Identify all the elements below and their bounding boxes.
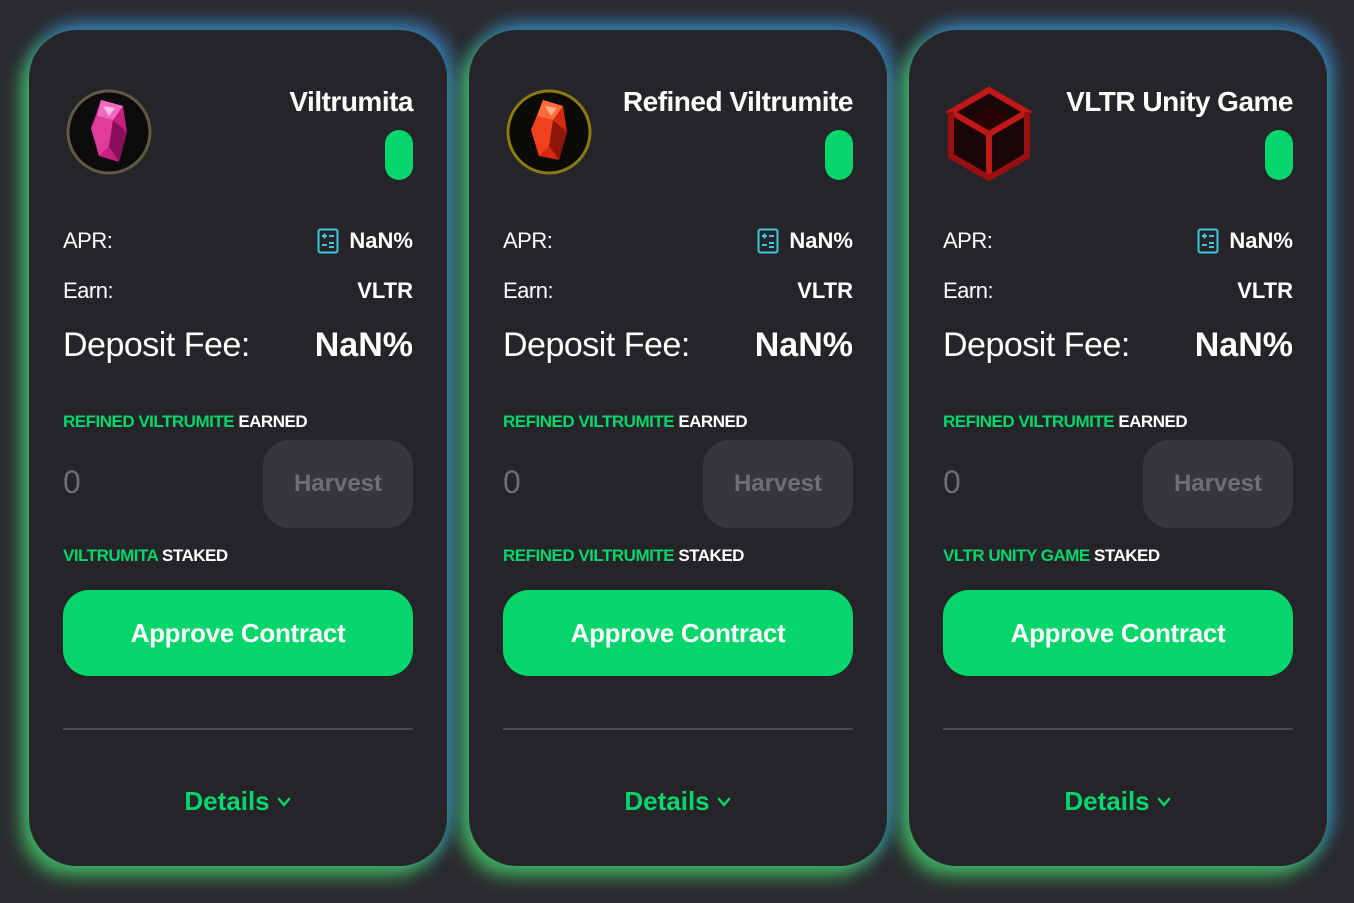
earned-word: EARNED: [238, 412, 308, 431]
deposit-fee-value: NaN%: [1194, 325, 1293, 364]
chevron-down-icon: [1157, 797, 1170, 806]
divider: [503, 728, 853, 730]
harvest-button[interactable]: Harvest: [263, 440, 413, 528]
earned-token-name: REFINED VILTRUMITE: [943, 412, 1115, 431]
calculator-icon[interactable]: [757, 228, 779, 254]
deposit-fee-label: Deposit Fee:: [63, 325, 250, 364]
apr-value-group: NaN%: [317, 228, 413, 254]
status-indicator: [1265, 130, 1293, 180]
staked-token-name: VILTRUMITA: [63, 546, 158, 565]
calculator-icon[interactable]: [1197, 228, 1219, 254]
earn-value: VLTR: [797, 278, 853, 303]
farm-card-vltr-unity-game: VLTR Unity Game APR: NaN% Earn: VLTR Dep…: [909, 30, 1327, 866]
pool-title: VLTR Unity Game: [1066, 86, 1293, 117]
approve-contract-button[interactable]: Approve Contract: [63, 590, 413, 676]
staked-token-name: REFINED VILTRUMITE: [503, 546, 675, 565]
earn-row: Earn: VLTR: [943, 276, 1293, 306]
status-indicator: [825, 130, 853, 180]
apr-label: APR:: [503, 228, 553, 253]
deposit-fee-label: Deposit Fee:: [503, 325, 690, 364]
earned-amount: 0: [943, 464, 961, 500]
apr-row: APR: NaN%: [503, 226, 853, 256]
farm-card-refined-viltrumite: Refined Viltrumite APR: NaN% Earn: VLTR: [469, 30, 887, 866]
pool-title: Refined Viltrumite: [622, 86, 854, 117]
apr-value-group: NaN%: [1197, 228, 1293, 254]
apr-value-group: NaN%: [757, 228, 853, 254]
details-label: Details: [184, 786, 270, 816]
details-label: Details: [624, 786, 710, 816]
farm-card-viltrumita: Viltrumita APR: NaN% Earn: VLTR Deposit …: [29, 30, 447, 866]
status-indicator: [385, 130, 413, 180]
divider: [943, 728, 1293, 730]
staked-word: STAKED: [1094, 546, 1160, 565]
details-toggle[interactable]: Details: [29, 786, 447, 817]
divider: [63, 728, 413, 730]
chevron-down-icon: [717, 797, 730, 806]
harvest-button[interactable]: Harvest: [1143, 440, 1293, 528]
staked-word: STAKED: [678, 546, 744, 565]
earn-row: Earn: VLTR: [503, 276, 853, 306]
pink-crystal-icon: [66, 89, 152, 175]
earn-row: Earn: VLTR: [63, 276, 413, 306]
earned-token-name: REFINED VILTRUMITE: [503, 412, 675, 431]
earned-token-name: REFINED VILTRUMITE: [63, 412, 235, 431]
apr-value: NaN%: [349, 228, 413, 253]
details-label: Details: [1064, 786, 1150, 816]
details-toggle[interactable]: Details: [909, 786, 1327, 817]
farm-cards-container: Viltrumita APR: NaN% Earn: VLTR Deposit …: [0, 0, 1354, 903]
earned-section-label: REFINED VILTRUMITE EARNED: [503, 412, 748, 432]
staked-section-label: VILTRUMITA STAKED: [63, 546, 228, 566]
deposit-fee-row: Deposit Fee: NaN%: [63, 322, 413, 368]
earn-value: VLTR: [357, 278, 413, 303]
earn-label: Earn:: [63, 278, 114, 303]
details-toggle[interactable]: Details: [469, 786, 887, 817]
harvest-button[interactable]: Harvest: [703, 440, 853, 528]
earn-label: Earn:: [503, 278, 554, 303]
apr-label: APR:: [63, 228, 113, 253]
earned-word: EARNED: [678, 412, 748, 431]
earn-label: Earn:: [943, 278, 994, 303]
staked-section-label: REFINED VILTRUMITE STAKED: [503, 546, 744, 566]
deposit-fee-value: NaN%: [314, 325, 413, 364]
unity-cube-icon: [945, 86, 1033, 182]
approve-contract-button[interactable]: Approve Contract: [503, 590, 853, 676]
deposit-fee-label: Deposit Fee:: [943, 325, 1130, 364]
apr-row: APR: NaN%: [943, 226, 1293, 256]
deposit-fee-value: NaN%: [754, 325, 853, 364]
red-crystal-icon: [506, 89, 592, 175]
chevron-down-icon: [277, 797, 290, 806]
earned-section-label: REFINED VILTRUMITE EARNED: [943, 412, 1188, 432]
staked-token-name: VLTR UNITY GAME: [943, 546, 1090, 565]
apr-value: NaN%: [789, 228, 853, 253]
earn-value: VLTR: [1237, 278, 1293, 303]
approve-contract-button[interactable]: Approve Contract: [943, 590, 1293, 676]
apr-row: APR: NaN%: [63, 226, 413, 256]
staked-section-label: VLTR UNITY GAME STAKED: [943, 546, 1160, 566]
deposit-fee-row: Deposit Fee: NaN%: [943, 322, 1293, 368]
deposit-fee-row: Deposit Fee: NaN%: [503, 322, 853, 368]
earned-section-label: REFINED VILTRUMITE EARNED: [63, 412, 308, 432]
staked-word: STAKED: [162, 546, 228, 565]
pool-title: Viltrumita: [289, 86, 413, 117]
apr-label: APR:: [943, 228, 993, 253]
apr-value: NaN%: [1229, 228, 1293, 253]
earned-word: EARNED: [1118, 412, 1188, 431]
earned-amount: 0: [503, 464, 521, 500]
earned-amount: 0: [63, 464, 81, 500]
calculator-icon[interactable]: [317, 228, 339, 254]
